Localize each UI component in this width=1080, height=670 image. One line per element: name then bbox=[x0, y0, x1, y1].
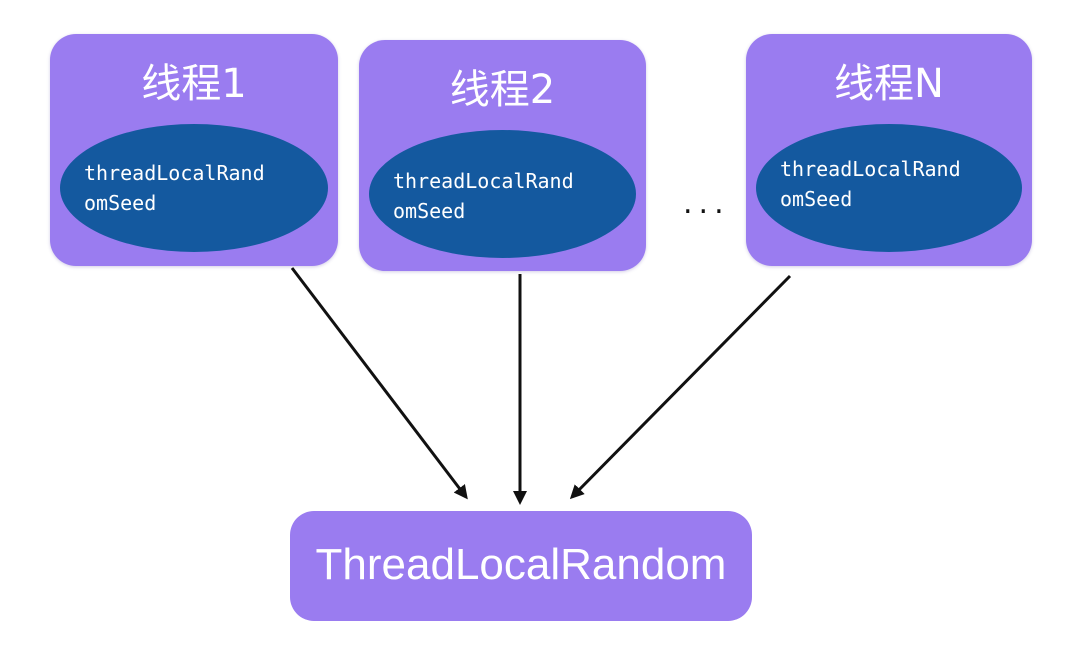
arrow-thread1 bbox=[290, 267, 468, 500]
thread-local-random-box: ThreadLocalRandom bbox=[290, 511, 752, 621]
arrow-threadn bbox=[569, 274, 792, 500]
thread-local-random-label: ThreadLocalRandom bbox=[315, 540, 727, 589]
